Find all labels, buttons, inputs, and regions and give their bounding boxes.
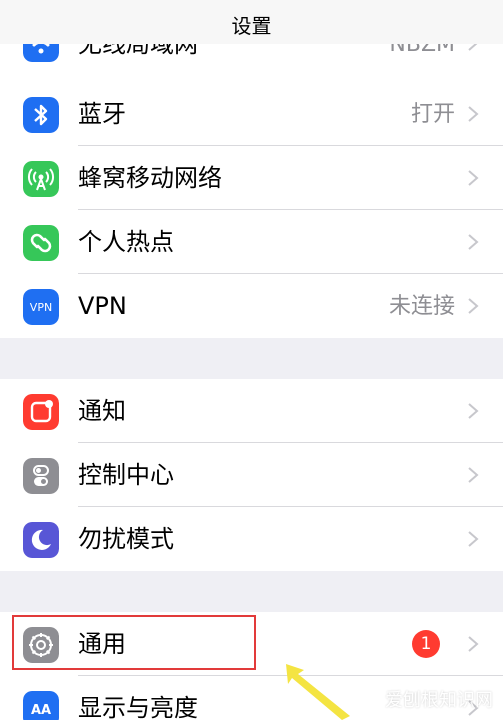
settings-row-value: NBZM	[389, 44, 455, 57]
settings-row-do-not-disturb[interactable]: 勿扰模式	[0, 507, 503, 571]
settings-row-label: 蜂窝移动网络	[78, 164, 222, 192]
control-center-icon	[23, 458, 59, 494]
settings-row-value: 未连接	[388, 294, 455, 319]
settings-row-label: 蓝牙	[78, 100, 126, 128]
settings-row-notifications[interactable]: 通知	[0, 379, 503, 443]
settings-row-vpn[interactable]: VPN VPN 未连接	[0, 274, 503, 338]
chevron-right-icon	[468, 298, 479, 314]
settings-row-value: 打开	[410, 102, 455, 127]
settings-row-label: 个人热点	[78, 228, 174, 256]
watermark: 爱刨根知识网	[385, 690, 493, 711]
vpn-icon-text: VPN	[30, 301, 52, 314]
chevron-right-icon	[468, 44, 478, 51]
notification-badge: 1	[412, 630, 440, 658]
hotspot-icon	[23, 225, 59, 261]
bluetooth-icon	[23, 97, 59, 133]
display-icon-text: AA	[31, 703, 51, 718]
chevron-right-icon	[468, 106, 479, 122]
settings-row-label: 无线局域网	[78, 44, 198, 58]
arrow-pointer-icon	[286, 664, 350, 720]
wifi-icon	[23, 44, 59, 62]
settings-screen: 设置 无线局域网 NBZM 蓝牙 打开 蜂窝移动网络 个人热点 VPN VPN …	[0, 0, 503, 720]
cellular-icon	[23, 161, 59, 197]
chevron-right-icon	[468, 636, 479, 652]
chevron-right-icon	[468, 403, 479, 419]
chevron-right-icon	[468, 531, 479, 547]
display-brightness-icon: AA	[23, 691, 59, 720]
settings-row-label: 通知	[78, 397, 126, 425]
notifications-icon	[23, 394, 59, 430]
chevron-right-icon	[468, 467, 479, 483]
navigation-bar: 设置	[0, 0, 503, 44]
settings-row-hotspot[interactable]: 个人热点	[0, 210, 503, 274]
chevron-right-icon	[468, 170, 479, 186]
settings-row-wlan[interactable]: 无线局域网 NBZM	[0, 44, 503, 82]
chevron-right-icon	[468, 234, 479, 250]
page-title: 设置	[231, 14, 272, 38]
vpn-icon: VPN	[23, 289, 59, 325]
highlight-box	[12, 615, 256, 670]
settings-row-label: 控制中心	[78, 461, 174, 489]
settings-row-bluetooth[interactable]: 蓝牙 打开	[0, 82, 503, 146]
settings-row-cellular[interactable]: 蜂窝移动网络	[0, 146, 503, 210]
settings-row-label: 勿扰模式	[78, 525, 174, 553]
settings-row-control-center[interactable]: 控制中心	[0, 443, 503, 507]
settings-row-label: VPN	[78, 292, 127, 320]
moon-icon	[23, 522, 59, 558]
settings-row-label: 显示与亮度	[78, 694, 198, 720]
